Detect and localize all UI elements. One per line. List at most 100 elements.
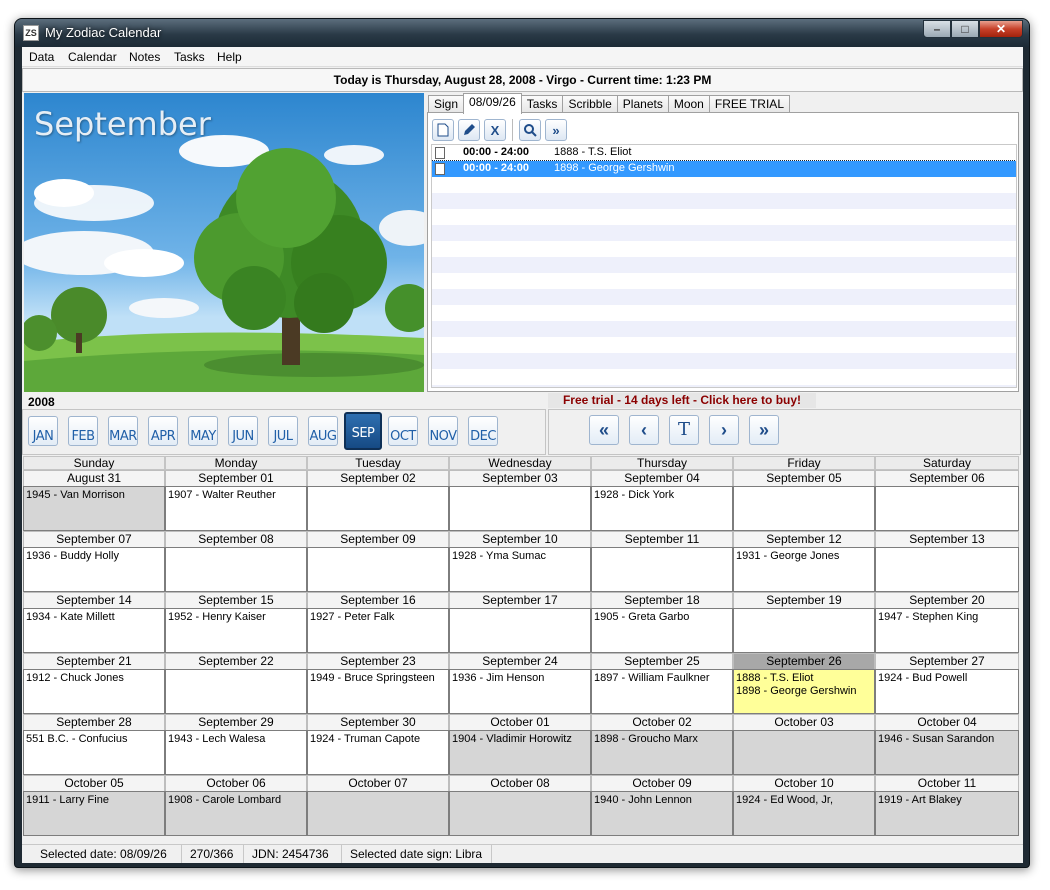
title-bar[interactable]: ZS My Zodiac Calendar – □ ✕ xyxy=(15,19,1029,47)
month-button-may[interactable]: MAY xyxy=(188,416,218,446)
day-events[interactable]: 1924 - Bud Powell xyxy=(875,669,1019,714)
month-button-dec[interactable]: DEC xyxy=(468,416,498,446)
calendar-day-cell[interactable]: October 11 1919 - Art Blakey xyxy=(875,775,1019,836)
day-events[interactable]: 1911 - Larry Fine xyxy=(23,791,165,836)
day-events[interactable]: 1905 - Greta Garbo xyxy=(591,608,733,653)
calendar-day-cell[interactable]: October 06 1908 - Carole Lombard xyxy=(165,775,307,836)
minimize-icon[interactable]: – xyxy=(923,20,951,38)
day-events[interactable] xyxy=(307,547,449,592)
calendar-day-cell[interactable]: September 12 1931 - George Jones xyxy=(733,531,875,592)
day-events[interactable] xyxy=(875,547,1019,592)
calendar-day-cell[interactable]: September 04 1928 - Dick York xyxy=(591,470,733,531)
calendar-day-cell[interactable]: October 09 1940 - John Lennon xyxy=(591,775,733,836)
day-events[interactable] xyxy=(307,791,449,836)
calendar-day-cell[interactable]: October 07 xyxy=(307,775,449,836)
day-events[interactable] xyxy=(449,608,591,653)
day-events[interactable]: 551 B.C. - Confucius xyxy=(23,730,165,775)
today-button[interactable]: T xyxy=(669,415,699,445)
maximize-icon[interactable]: □ xyxy=(951,20,979,38)
more-icon[interactable]: » xyxy=(545,119,567,141)
calendar-day-cell[interactable]: September 09 xyxy=(307,531,449,592)
day-events[interactable] xyxy=(307,486,449,531)
calendar-day-cell[interactable]: September 23 1949 - Bruce Springsteen xyxy=(307,653,449,714)
day-events[interactable] xyxy=(875,486,1019,531)
prev-icon[interactable]: ‹ xyxy=(629,415,659,445)
calendar-day-cell[interactable]: September 28 551 B.C. - Confucius xyxy=(23,714,165,775)
menu-calendar[interactable]: Calendar xyxy=(68,50,117,64)
day-events[interactable]: 1936 - Buddy Holly xyxy=(23,547,165,592)
calendar-day-cell[interactable]: September 19 xyxy=(733,592,875,653)
calendar-day-cell[interactable]: September 05 xyxy=(733,470,875,531)
day-events[interactable] xyxy=(733,608,875,653)
calendar-day-cell[interactable]: September 13 xyxy=(875,531,1019,592)
calendar-day-cell[interactable]: September 06 xyxy=(875,470,1019,531)
month-button-aug[interactable]: AUG xyxy=(308,416,338,446)
calendar-day-cell[interactable]: October 04 1946 - Susan Sarandon xyxy=(875,714,1019,775)
day-events[interactable] xyxy=(449,791,591,836)
day-events[interactable]: 1931 - George Jones xyxy=(733,547,875,592)
first-icon[interactable]: « xyxy=(589,415,619,445)
tab-date[interactable]: 08/09/26 xyxy=(463,93,522,114)
calendar-day-cell[interactable]: October 10 1924 - Ed Wood, Jr, xyxy=(733,775,875,836)
delete-icon[interactable]: X xyxy=(484,119,506,141)
month-button-mar[interactable]: MAR xyxy=(108,416,138,446)
day-events[interactable]: 1924 - Ed Wood, Jr, xyxy=(733,791,875,836)
month-button-sep[interactable]: SEP xyxy=(344,412,382,450)
calendar-day-cell[interactable]: August 31 1945 - Van Morrison xyxy=(23,470,165,531)
event-row-selected[interactable]: 00:00 - 24:00 1898 - George Gershwin xyxy=(432,160,1016,178)
calendar-day-cell[interactable]: October 03 xyxy=(733,714,875,775)
calendar-day-cell[interactable]: September 26 1888 - T.S. Eliot 1898 - Geor… xyxy=(733,653,875,714)
day-events[interactable]: 1943 - Lech Walesa xyxy=(165,730,307,775)
calendar-day-cell[interactable]: October 05 1911 - Larry Fine xyxy=(23,775,165,836)
day-events[interactable]: 1897 - William Faulkner xyxy=(591,669,733,714)
day-events[interactable]: 1952 - Henry Kaiser xyxy=(165,608,307,653)
calendar-day-cell[interactable]: September 08 xyxy=(165,531,307,592)
calendar-day-cell[interactable]: September 03 xyxy=(449,470,591,531)
calendar-day-cell[interactable]: September 11 xyxy=(591,531,733,592)
menu-notes[interactable]: Notes xyxy=(129,50,160,64)
calendar-day-cell[interactable]: September 02 xyxy=(307,470,449,531)
menu-help[interactable]: Help xyxy=(217,50,242,64)
day-events[interactable]: 1945 - Van Morrison xyxy=(23,486,165,531)
close-icon[interactable]: ✕ xyxy=(979,20,1023,38)
calendar-day-cell[interactable]: September 25 1897 - William Faulkner xyxy=(591,653,733,714)
day-events[interactable]: 1940 - John Lennon xyxy=(591,791,733,836)
calendar-day-cell[interactable]: September 15 1952 - Henry Kaiser xyxy=(165,592,307,653)
calendar-day-cell[interactable]: September 20 1947 - Stephen King xyxy=(875,592,1019,653)
day-events[interactable]: 1919 - Art Blakey xyxy=(875,791,1019,836)
calendar-day-cell[interactable]: October 02 1898 - Groucho Marx xyxy=(591,714,733,775)
day-events[interactable]: 1928 - Dick York xyxy=(591,486,733,531)
edit-icon[interactable] xyxy=(458,119,480,141)
menu-data[interactable]: Data xyxy=(29,50,54,64)
month-button-jan[interactable]: JAN xyxy=(28,416,58,446)
calendar-day-cell[interactable]: September 22 xyxy=(165,653,307,714)
month-button-jul[interactable]: JUL xyxy=(268,416,298,446)
day-events[interactable]: 1946 - Susan Sarandon xyxy=(875,730,1019,775)
day-events[interactable]: 1949 - Bruce Springsteen xyxy=(307,669,449,714)
calendar-day-cell[interactable]: September 24 1936 - Jim Henson xyxy=(449,653,591,714)
day-events[interactable]: 1924 - Truman Capote xyxy=(307,730,449,775)
calendar-day-cell[interactable]: September 10 1928 - Yma Sumac xyxy=(449,531,591,592)
calendar-day-cell[interactable]: September 30 1924 - Truman Capote xyxy=(307,714,449,775)
day-events[interactable] xyxy=(165,669,307,714)
day-events[interactable] xyxy=(733,730,875,775)
calendar-day-cell[interactable]: September 01 1907 - Walter Reuther xyxy=(165,470,307,531)
day-events[interactable]: 1934 - Kate Millett xyxy=(23,608,165,653)
day-events[interactable] xyxy=(733,486,875,531)
month-button-apr[interactable]: APR xyxy=(148,416,178,446)
day-events[interactable] xyxy=(449,486,591,531)
calendar-day-cell[interactable]: September 18 1905 - Greta Garbo xyxy=(591,592,733,653)
day-events[interactable]: 1928 - Yma Sumac xyxy=(449,547,591,592)
calendar-day-cell[interactable]: September 16 1927 - Peter Falk xyxy=(307,592,449,653)
calendar-day-cell[interactable]: September 14 1934 - Kate Millett xyxy=(23,592,165,653)
new-icon[interactable] xyxy=(432,119,454,141)
day-events[interactable] xyxy=(165,547,307,592)
last-icon[interactable]: » xyxy=(749,415,779,445)
calendar-day-cell[interactable]: September 27 1924 - Bud Powell xyxy=(875,653,1019,714)
day-events[interactable]: 1904 - Vladimir Horowitz xyxy=(449,730,591,775)
day-events[interactable]: 1936 - Jim Henson xyxy=(449,669,591,714)
calendar-day-cell[interactable]: September 07 1936 - Buddy Holly xyxy=(23,531,165,592)
month-button-oct[interactable]: OCT xyxy=(388,416,418,446)
search-icon[interactable] xyxy=(519,119,541,141)
calendar-day-cell[interactable]: September 29 1943 - Lech Walesa xyxy=(165,714,307,775)
